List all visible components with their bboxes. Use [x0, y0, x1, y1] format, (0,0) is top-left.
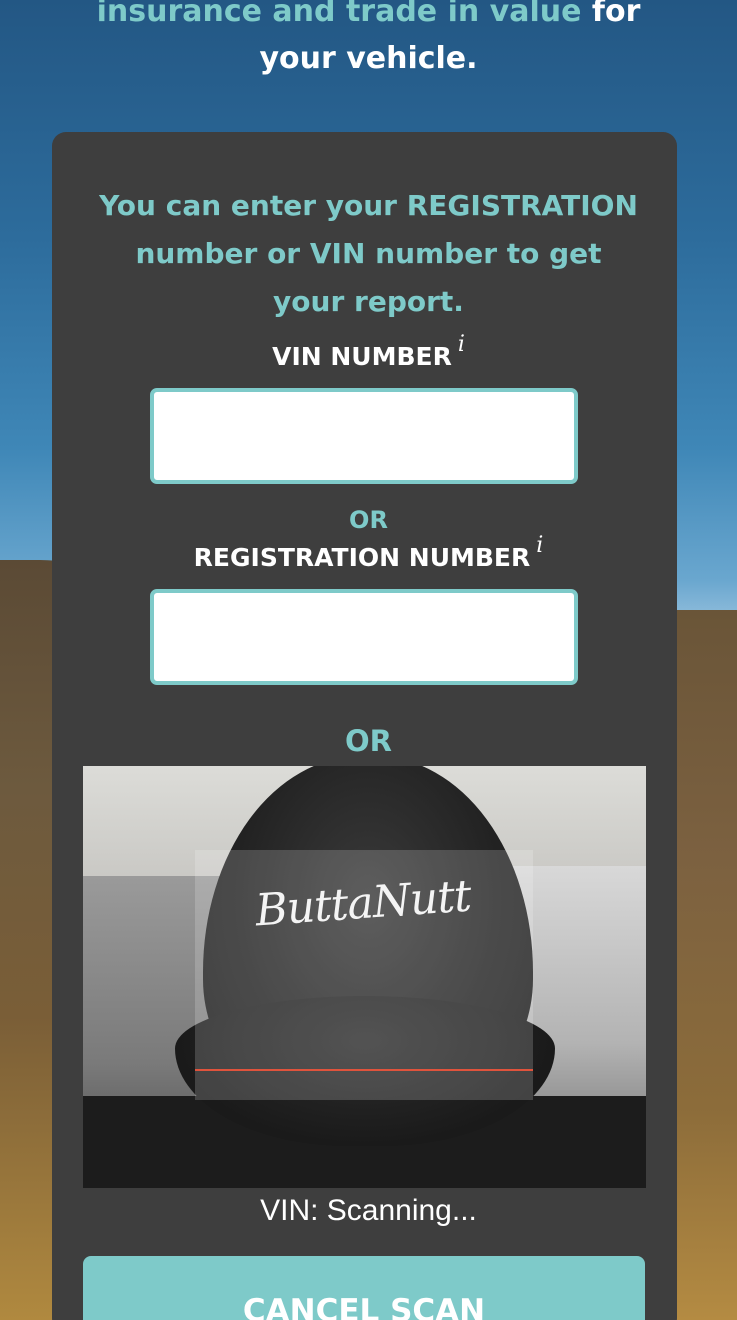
hero-plain-text: for — [591, 0, 641, 29]
or-divider-2: OR — [345, 724, 392, 758]
info-icon[interactable]: i — [536, 533, 543, 558]
lookup-intro: You can enter your REGISTRATION number o… — [99, 189, 638, 318]
info-icon[interactable]: i — [458, 332, 465, 357]
page: insurance and trade in value for your ve… — [0, 0, 737, 1320]
camera-scanner-view: ButtaNutt — [83, 766, 646, 1188]
vin-label-text: VIN NUMBER — [272, 342, 452, 371]
registration-label-text: REGISTRATION NUMBER — [193, 543, 531, 572]
registration-input[interactable] — [150, 589, 578, 685]
hero-line-2: your vehicle. — [259, 41, 478, 76]
scan-status: VIN: Scanning... — [260, 1194, 477, 1227]
cancel-scan-button[interactable]: CANCEL SCAN — [83, 1256, 645, 1320]
hero-headline: insurance and trade in value for your ve… — [0, 0, 737, 82]
scan-line — [195, 1069, 533, 1071]
scan-target-box — [195, 850, 533, 1100]
hero-line-1: insurance and trade in value for — [0, 0, 737, 35]
hero-accent-text: insurance and trade in value — [96, 0, 582, 29]
vin-label: VIN NUMBER i — [0, 332, 737, 371]
vin-input[interactable] — [150, 388, 578, 484]
registration-label: REGISTRATION NUMBER i — [0, 533, 737, 572]
or-divider-1: OR — [349, 506, 388, 534]
